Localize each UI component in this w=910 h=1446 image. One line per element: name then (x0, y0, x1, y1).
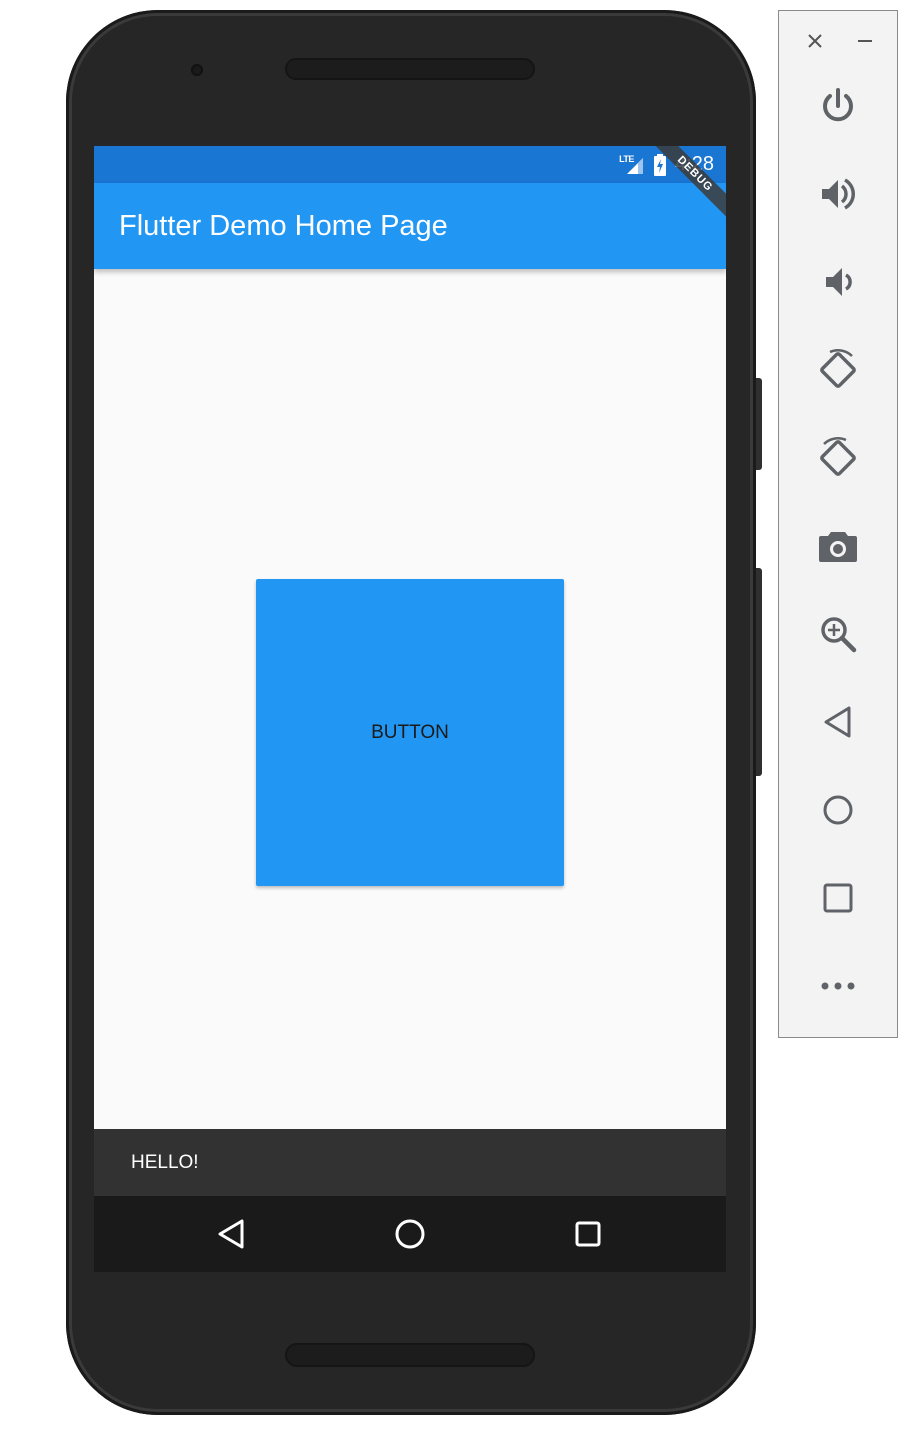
volume-up-icon (822, 178, 855, 210)
bottom-speaker (285, 1343, 535, 1367)
toolbar-power-button[interactable] (813, 81, 863, 131)
camera-icon (819, 532, 857, 562)
snackbar-message: HELLO! (131, 1152, 199, 1173)
nav-recents-button[interactable] (564, 1210, 612, 1258)
toolbar-overview-button[interactable] (813, 873, 863, 923)
signal-indicator: LTE (619, 154, 645, 176)
front-camera (191, 64, 203, 76)
overview-icon (823, 883, 853, 913)
signal-icon (627, 157, 644, 174)
phone-power-key (756, 378, 762, 470)
close-icon (808, 34, 822, 48)
toolbar-volume-up-button[interactable] (813, 169, 863, 219)
page-title: Flutter Demo Home Page (119, 210, 448, 242)
rotate-left-icon (820, 349, 856, 388)
toolbar-rotate-right-button[interactable] (813, 433, 863, 483)
app-bar: Flutter Demo Home Page (94, 183, 726, 269)
earpiece-speaker (285, 58, 535, 80)
minimize-icon (858, 40, 872, 42)
volume-down-icon (826, 268, 852, 296)
toolbar-zoom-button[interactable] (813, 609, 863, 659)
more-icon (821, 982, 855, 990)
toolbar-minimize-button[interactable] (853, 27, 877, 55)
recents-icon (575, 1221, 601, 1247)
toolbar-more-button[interactable] (813, 961, 863, 1011)
system-nav-bar (94, 1196, 726, 1272)
power-icon (823, 88, 853, 122)
home-icon (823, 795, 853, 825)
status-bar: LTE 4:28 (94, 146, 726, 183)
home-icon (395, 1219, 425, 1249)
back-icon (824, 706, 851, 738)
phone-screen: LTE 4:28 DEBUG Flutter Demo Home Page BU… (94, 146, 726, 1272)
main-button-label: BUTTON (371, 721, 449, 743)
toolbar-volume-down-button[interactable] (813, 257, 863, 307)
main-button[interactable]: BUTTON (256, 579, 564, 886)
phone-volume-key (756, 568, 762, 776)
toolbar-close-button[interactable] (803, 27, 827, 55)
zoom-icon (821, 617, 857, 653)
toolbar-screenshot-button[interactable] (813, 521, 863, 571)
toolbar-rotate-left-button[interactable] (813, 345, 863, 395)
toolbar-home-button[interactable] (813, 785, 863, 835)
emulator-toolbar (778, 10, 898, 1038)
battery-charging-icon (654, 153, 667, 176)
nav-home-button[interactable] (386, 1210, 434, 1258)
snackbar: HELLO! (94, 1129, 726, 1196)
rotate-right-icon (820, 437, 856, 476)
back-icon (218, 1219, 244, 1249)
nav-back-button[interactable] (208, 1210, 256, 1258)
toolbar-back-button[interactable] (813, 697, 863, 747)
toolbar-window-controls (779, 27, 899, 55)
